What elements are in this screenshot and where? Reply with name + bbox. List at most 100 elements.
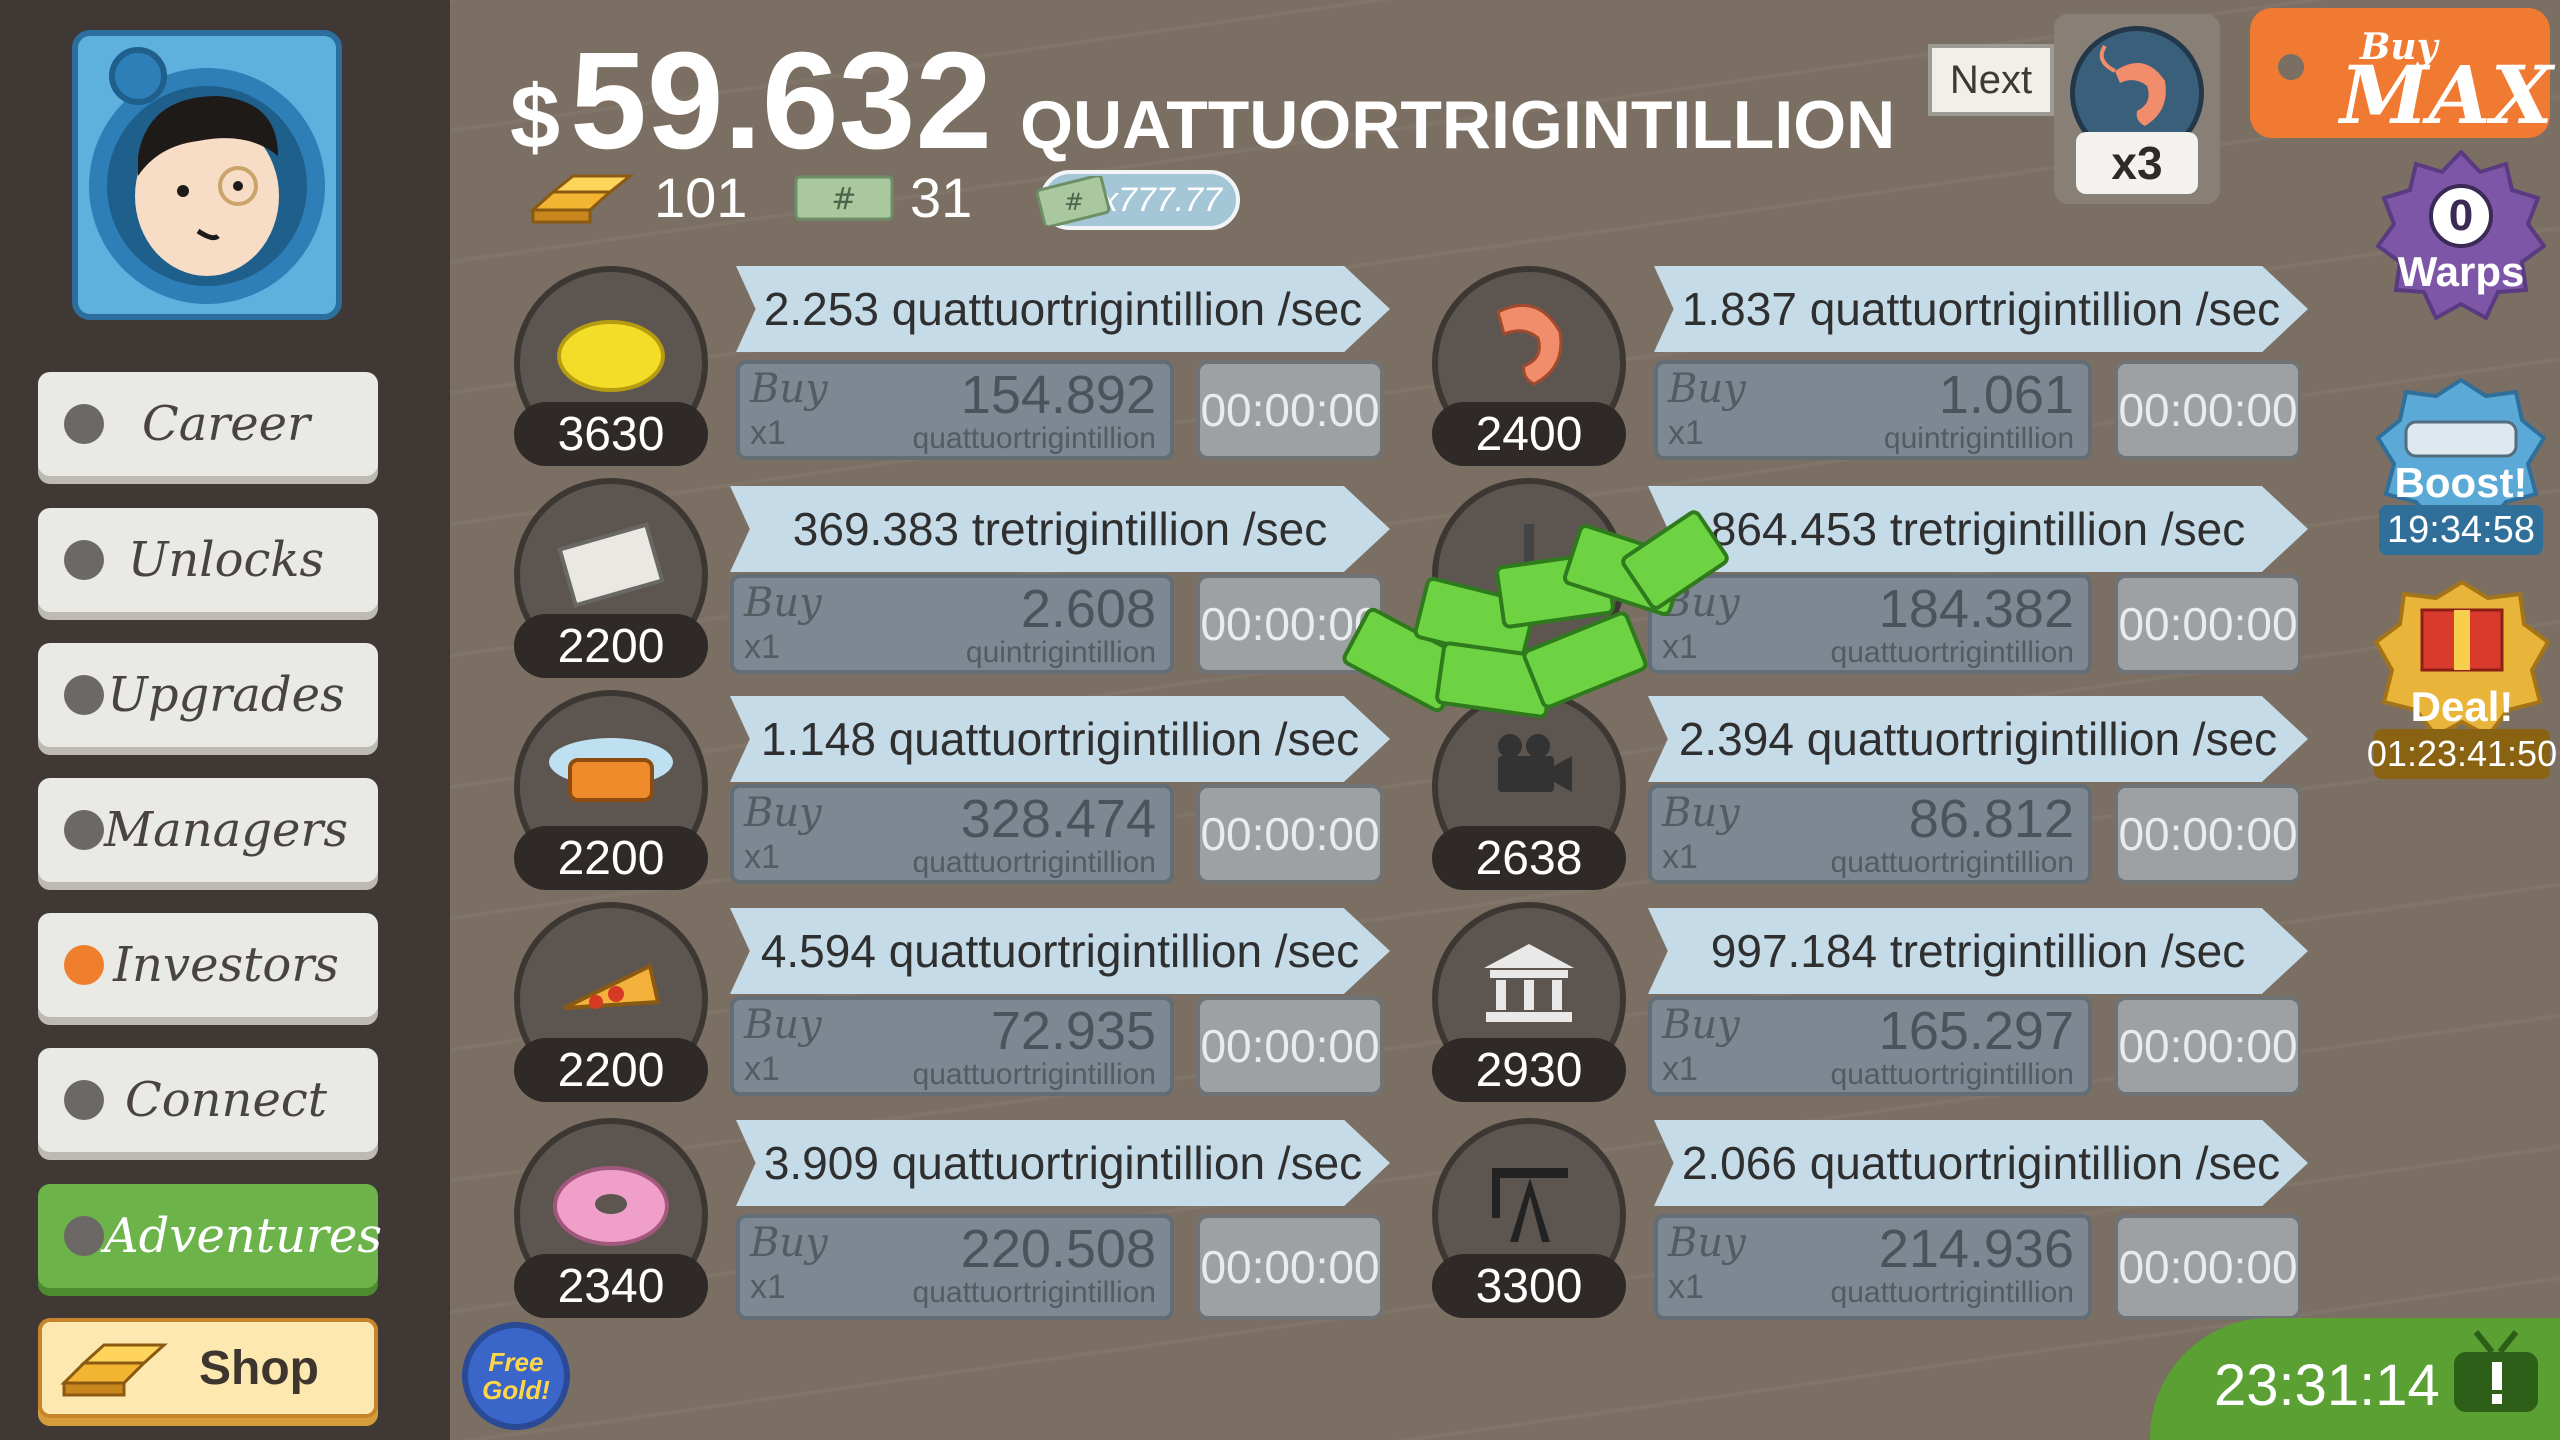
footer-tv-panel[interactable]: 23:31:14: [2150, 1318, 2560, 1440]
shop-button[interactable]: Shop: [38, 1318, 378, 1418]
deal-badge[interactable]: Deal! 01:23:41:50: [2367, 580, 2557, 780]
megabucks-stat[interactable]: # 31: [794, 165, 972, 230]
managers-button[interactable]: Managers: [38, 778, 378, 882]
next-unlock-label: Next: [1928, 44, 2054, 116]
status-dot: [64, 675, 104, 715]
buy-cost: 72.935: [990, 1001, 1156, 1061]
buy-business-button[interactable]: Buy x1 165.297 quattuortrigintillion: [1648, 996, 2092, 1096]
business-count: 2340: [514, 1254, 708, 1318]
buy-business-button[interactable]: Buy x1 1.061 quintrigintillion: [1654, 360, 2092, 460]
newspaper-icon: [557, 522, 665, 608]
business-count: 3630: [514, 402, 708, 466]
multiplier-value: x777.77: [1101, 180, 1222, 219]
business-timer: 00:00:00: [2114, 1214, 2302, 1320]
adventures-button[interactable]: Adventures: [38, 1184, 382, 1288]
investors-button[interactable]: Investors: [38, 913, 378, 1017]
money-value: 59.632: [570, 24, 993, 178]
buy-business-button[interactable]: Buy x1 86.812 quattuortrigintillion: [1648, 784, 2092, 884]
business-lemonade[interactable]: 3630: [514, 266, 714, 466]
warps-badge[interactable]: 0 Warps: [2376, 150, 2546, 330]
adventures-label: Adventures: [104, 1208, 383, 1264]
deal-timer: 01:23:41:50: [2367, 729, 2557, 779]
status-dot: [64, 1216, 104, 1256]
unlocks-label: Unlocks: [127, 532, 325, 588]
buy-cost: 154.892: [960, 365, 1156, 425]
business-count: 2200: [514, 614, 708, 678]
business-count: 2200: [514, 826, 708, 890]
business-timer: 00:00:00: [2114, 574, 2302, 674]
buy-cost-unit: quattuortrigintillion: [912, 846, 1156, 879]
free-gold-button[interactable]: Free Gold!: [462, 1322, 570, 1430]
business-rate: 1.148 quattuortrigintillion /sec: [730, 696, 1390, 782]
gold-count: 101: [654, 166, 748, 229]
buy-qty: x1: [744, 838, 780, 876]
next-unlock-panel[interactable]: x3: [2054, 14, 2220, 204]
buy-max-line2: MAX: [2340, 48, 2553, 142]
business-donut[interactable]: 2340: [514, 1118, 714, 1318]
business-timer: 00:00:00: [2114, 784, 2302, 884]
business-timer: 00:00:00: [1196, 784, 1384, 884]
bank-icon: [1484, 944, 1574, 1022]
money-unit: QUATTUORTRIGINTILLION: [1020, 87, 1896, 163]
boost-label: Boost!: [2394, 459, 2528, 506]
gold-stat[interactable]: 101: [528, 165, 747, 230]
business-timer: 00:00:00: [2114, 360, 2302, 460]
buy-cost-unit: quattuortrigintillion: [912, 1276, 1156, 1309]
buy-qty: x1: [1668, 414, 1704, 452]
business-oil[interactable]: 3300: [1432, 1118, 1632, 1318]
multiplier-stat[interactable]: # x777.77: [1036, 170, 1240, 230]
buy-cost-unit: quattuortrigintillion: [1830, 1058, 2074, 1091]
managers-label: Managers: [104, 802, 349, 858]
player-avatar[interactable]: [72, 30, 342, 320]
buy-qty: x1: [744, 628, 780, 666]
unlocks-button[interactable]: Unlocks: [38, 508, 378, 612]
gold-bars-icon: [529, 174, 635, 223]
currency-symbol: $: [510, 68, 561, 168]
buy-cost-unit: quattuortrigintillion: [1830, 1276, 2074, 1309]
buy-label: Buy: [1662, 1002, 1740, 1048]
business-shrimp[interactable]: 2400: [1432, 266, 1632, 466]
business-pizza[interactable]: 2200: [514, 902, 714, 1102]
shrimp-icon: [1496, 303, 1563, 386]
oil-rig-icon: [1492, 1168, 1568, 1242]
business-timer: 00:00:00: [1196, 1214, 1384, 1320]
business-rate: 2.253 quattuortrigintillion /sec: [736, 266, 1390, 352]
buy-cost-unit: quattuortrigintillion: [1830, 636, 2074, 669]
pizza-icon: [563, 963, 661, 1010]
business-timer: 00:00:00: [1196, 996, 1384, 1096]
buy-business-button[interactable]: Buy x1 2.608 quintrigintillion: [730, 574, 1174, 674]
buy-business-button[interactable]: Buy x1 72.935 quattuortrigintillion: [730, 996, 1174, 1096]
business-rate: 369.383 tretrigintillion /sec: [730, 486, 1390, 572]
buy-label: Buy: [1662, 790, 1740, 836]
career-button[interactable]: Career: [38, 372, 378, 476]
buy-qty: x1: [1662, 838, 1698, 876]
buy-business-button[interactable]: Buy x1 220.508 quattuortrigintillion: [736, 1214, 1174, 1320]
boost-badge[interactable]: Boost! 19:34:58: [2376, 378, 2546, 558]
buy-business-button[interactable]: Buy x1 328.474 quattuortrigintillion: [730, 784, 1174, 884]
buy-label: Buy: [750, 366, 828, 412]
buy-business-button[interactable]: Buy x1 214.936 quattuortrigintillion: [1654, 1214, 2092, 1320]
connect-button[interactable]: Connect: [38, 1048, 378, 1152]
gold-bars-icon: [60, 1343, 168, 1397]
buy-cost: 184.382: [1878, 579, 2074, 639]
business-car-wash[interactable]: 2200: [514, 690, 714, 890]
footer-timer: 23:31:14: [2214, 1353, 2440, 1418]
business-rate: 3.909 quattuortrigintillion /sec: [736, 1120, 1390, 1206]
investors-label: Investors: [113, 937, 339, 993]
buy-business-button[interactable]: Buy x1 154.892 quattuortrigintillion: [736, 360, 1174, 460]
buy-cost-unit: quattuortrigintillion: [1830, 846, 2074, 879]
buy-label: Buy: [750, 1220, 828, 1266]
buy-max-button[interactable]: Buy MAX: [2250, 8, 2553, 142]
lemon-icon: [557, 320, 665, 392]
connect-label: Connect: [124, 1072, 328, 1128]
upgrades-button[interactable]: Upgrades: [38, 643, 378, 747]
status-dot: [64, 404, 104, 444]
business-newspaper[interactable]: 2200: [514, 478, 714, 678]
status-dot: [64, 540, 104, 580]
buy-qty: x1: [750, 1268, 786, 1306]
business-bank[interactable]: 2930: [1432, 902, 1632, 1102]
business-rate: 4.594 quattuortrigintillion /sec: [730, 908, 1390, 994]
status-dot: [64, 810, 104, 850]
upgrades-label: Upgrades: [107, 667, 345, 723]
svg-text:#: #: [1064, 188, 1084, 216]
